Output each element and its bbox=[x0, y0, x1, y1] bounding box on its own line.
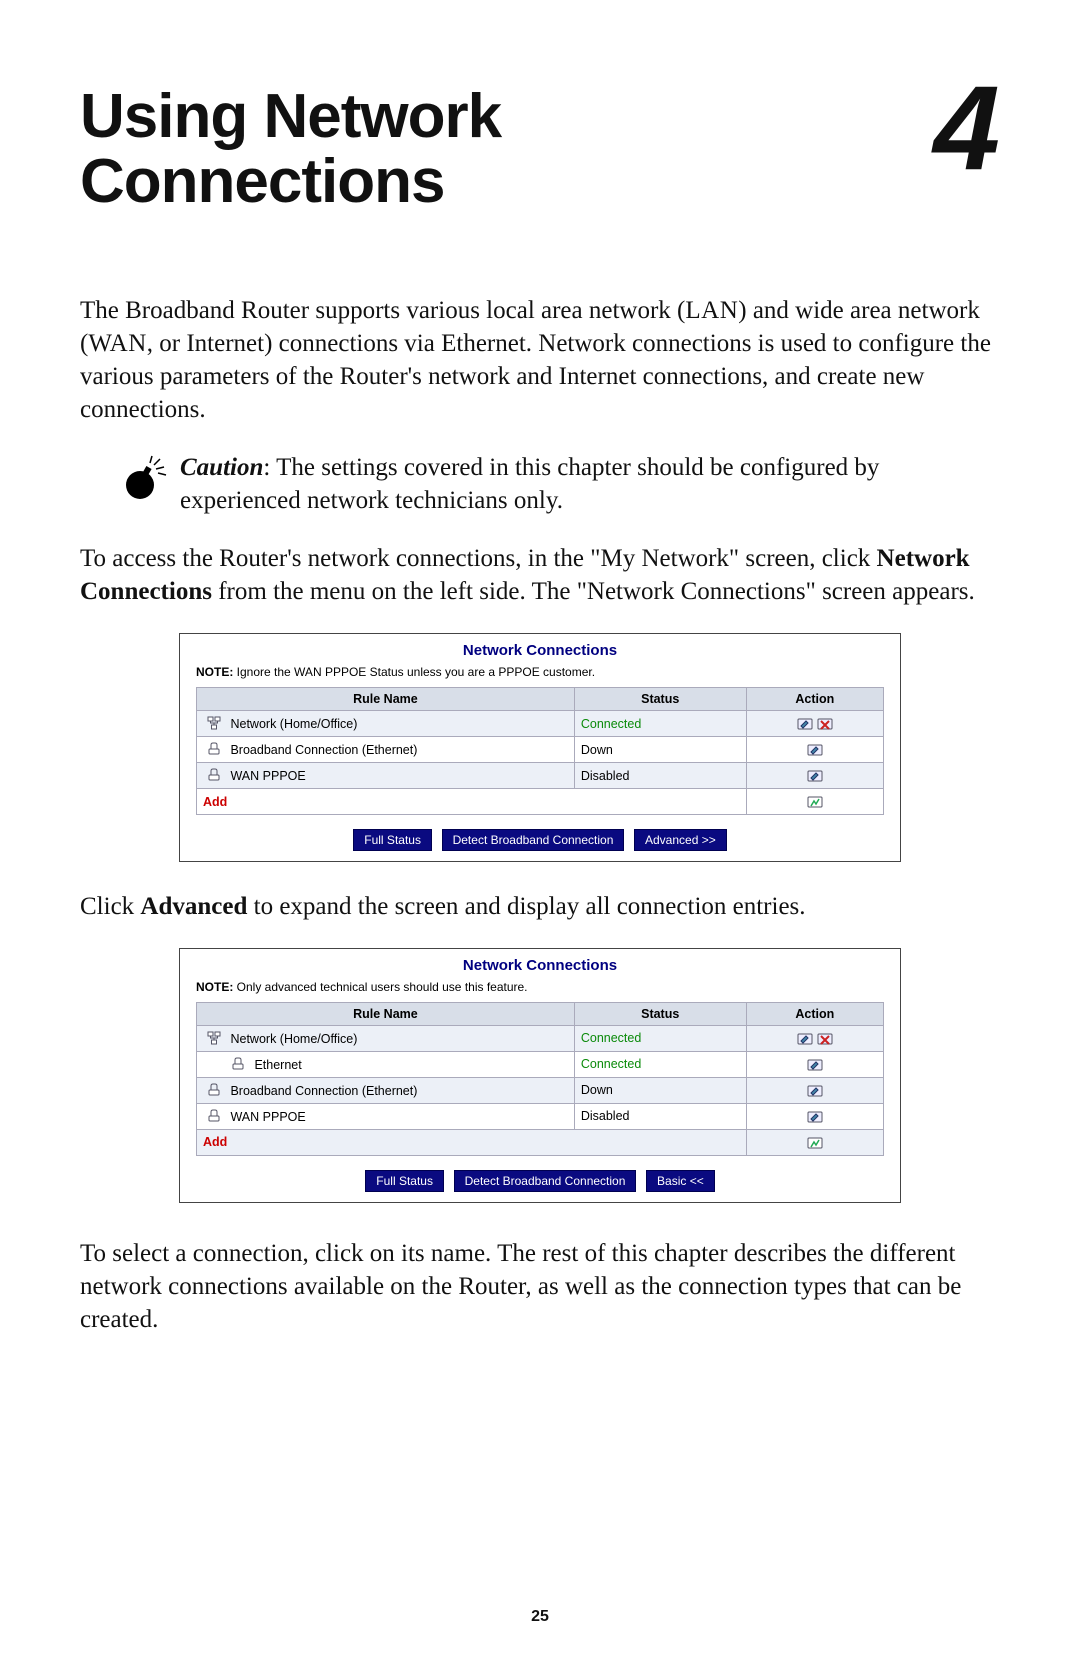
add-row[interactable]: Add bbox=[197, 789, 747, 815]
button-row: Full Status Detect Broadband Connection … bbox=[180, 1170, 900, 1192]
screenshot-title: Network Connections bbox=[180, 957, 900, 974]
action-cell[interactable] bbox=[746, 763, 883, 789]
screenshot-advanced: Network Connections NOTE: Only advanced … bbox=[179, 948, 901, 1203]
add-row[interactable]: Add bbox=[197, 1129, 747, 1155]
page-number: 25 bbox=[0, 1608, 1080, 1626]
status-cell: Disabled bbox=[574, 1103, 746, 1129]
col-status: Status bbox=[574, 688, 746, 711]
add-action-icon[interactable] bbox=[746, 1129, 883, 1155]
rule-name-cell[interactable]: Broadband Connection (Ethernet) bbox=[197, 737, 575, 763]
action-cell[interactable] bbox=[746, 1051, 883, 1077]
connections-table: Rule Name Status Action Network (Home/Of… bbox=[196, 687, 884, 815]
table-row: Broadband Connection (Ethernet)Down bbox=[197, 737, 884, 763]
rule-name-cell[interactable]: WAN PPPOE bbox=[197, 1103, 575, 1129]
screenshot-note: NOTE: Only advanced technical users shou… bbox=[180, 978, 900, 1002]
table-row: Network (Home/Office)Connected bbox=[197, 1025, 884, 1051]
status-cell: Connected bbox=[574, 1051, 746, 1077]
advanced-button[interactable]: Advanced >> bbox=[634, 829, 727, 851]
button-row: Full Status Detect Broadband Connection … bbox=[180, 829, 900, 851]
add-link[interactable]: Add bbox=[203, 795, 227, 809]
basic-button[interactable]: Basic << bbox=[646, 1170, 715, 1192]
advanced-paragraph: Click Advanced to expand the screen and … bbox=[80, 890, 1000, 923]
action-cell[interactable] bbox=[746, 711, 883, 737]
screenshot-title: Network Connections bbox=[180, 642, 900, 659]
table-row: WAN PPPOEDisabled bbox=[197, 1103, 884, 1129]
col-action: Action bbox=[746, 1002, 883, 1025]
action-cell[interactable] bbox=[746, 737, 883, 763]
chapter-title: Using Network Connections bbox=[80, 84, 501, 214]
table-row: Network (Home/Office)Connected bbox=[197, 711, 884, 737]
table-row: WAN PPPOEDisabled bbox=[197, 763, 884, 789]
rule-name-cell[interactable]: Ethernet bbox=[197, 1051, 575, 1077]
table-body: Network (Home/Office)Connected EthernetC… bbox=[197, 1025, 884, 1129]
add-action-icon[interactable] bbox=[746, 789, 883, 815]
access-paragraph: To access the Router's network connectio… bbox=[80, 542, 1000, 608]
detect-broadband-button[interactable]: Detect Broadband Connection bbox=[442, 829, 625, 851]
closing-paragraph: To select a connection, click on its nam… bbox=[80, 1237, 1000, 1336]
bomb-icon bbox=[120, 453, 170, 512]
screenshot-note: NOTE: Ignore the WAN PPPOE Status unless… bbox=[180, 663, 900, 687]
caution-text: Caution: The settings covered in this ch… bbox=[180, 451, 910, 517]
rule-name-cell[interactable]: WAN PPPOE bbox=[197, 763, 575, 789]
action-cell[interactable] bbox=[746, 1077, 883, 1103]
col-action: Action bbox=[746, 688, 883, 711]
rule-name-cell[interactable]: Broadband Connection (Ethernet) bbox=[197, 1077, 575, 1103]
caution-block: Caution: The settings covered in this ch… bbox=[120, 451, 1000, 517]
status-cell: Disabled bbox=[574, 763, 746, 789]
chapter-title-line2: Connections bbox=[80, 147, 444, 216]
full-status-button[interactable]: Full Status bbox=[353, 829, 432, 851]
connections-table: Rule Name Status Action Network (Home/Of… bbox=[196, 1002, 884, 1156]
chapter-number: 4 bbox=[933, 74, 1000, 182]
detect-broadband-button[interactable]: Detect Broadband Connection bbox=[454, 1170, 637, 1192]
status-cell: Connected bbox=[574, 711, 746, 737]
table-row: Broadband Connection (Ethernet)Down bbox=[197, 1077, 884, 1103]
col-rule-name: Rule Name bbox=[197, 688, 575, 711]
intro-paragraph: The Broadband Router supports various lo… bbox=[80, 294, 1000, 426]
chapter-title-line1: Using Network bbox=[80, 82, 501, 151]
screenshot-basic: Network Connections NOTE: Ignore the WAN… bbox=[179, 633, 901, 862]
rule-name-cell[interactable]: Network (Home/Office) bbox=[197, 711, 575, 737]
action-cell[interactable] bbox=[746, 1025, 883, 1051]
col-rule-name: Rule Name bbox=[197, 1002, 575, 1025]
status-cell: Down bbox=[574, 1077, 746, 1103]
full-status-button[interactable]: Full Status bbox=[365, 1170, 444, 1192]
status-cell: Connected bbox=[574, 1025, 746, 1051]
chapter-header: Using Network Connections 4 bbox=[80, 84, 1000, 214]
table-row: EthernetConnected bbox=[197, 1051, 884, 1077]
rule-name-cell[interactable]: Network (Home/Office) bbox=[197, 1025, 575, 1051]
status-cell: Down bbox=[574, 737, 746, 763]
action-cell[interactable] bbox=[746, 1103, 883, 1129]
add-link[interactable]: Add bbox=[203, 1135, 227, 1149]
table-body: Network (Home/Office)Connected Broadband… bbox=[197, 711, 884, 789]
col-status: Status bbox=[574, 1002, 746, 1025]
